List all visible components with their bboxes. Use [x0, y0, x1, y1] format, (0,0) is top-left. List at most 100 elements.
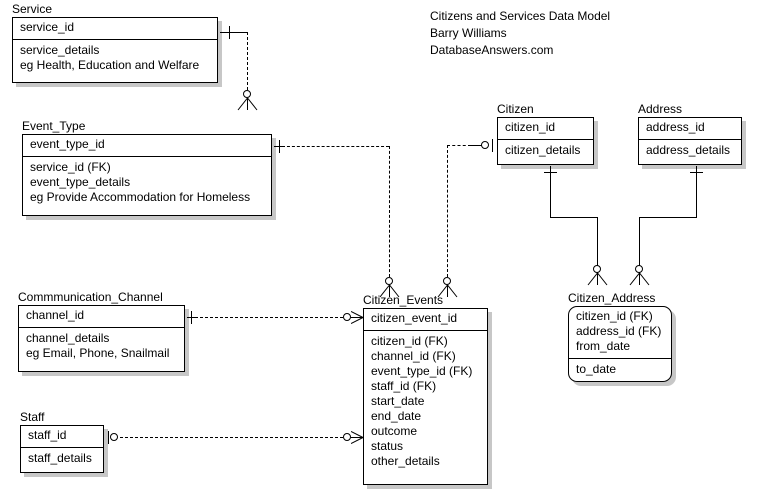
entity-staff[interactable]: Staff staff_id staff_details: [20, 410, 104, 473]
attr-channel-eg: eg Email, Phone, Snailmail: [26, 346, 170, 360]
rel-address-ca-v1: [696, 166, 697, 217]
entity-staff-pk-section: staff_id: [21, 426, 103, 448]
attr-ce-channel-id: channel_id (FK): [371, 349, 456, 363]
rel-citizen-ce-stub: [470, 145, 482, 146]
entity-citizen-attr-section: citizen_details: [498, 140, 593, 160]
rel-citizen-ce-one-bar: [492, 139, 493, 152]
attr-staff-details: staff_details: [28, 451, 92, 465]
attr-address-id: address_id: [646, 120, 705, 134]
er-diagram-canvas: Citizens and Services Data Model Barry W…: [0, 0, 760, 503]
attr-event-type-id: event_type_id: [30, 137, 105, 151]
rel-channel-optional-circle: [343, 313, 351, 321]
entity-service-pk-section: service_id: [13, 18, 217, 40]
rel-address-ca-crowsfoot: [629, 273, 650, 286]
attr-channel-id: channel_id: [26, 308, 85, 322]
rel-address-ca-optional-circle: [635, 265, 643, 273]
entity-event-type[interactable]: Event_Type event_type_id service_id (FK)…: [22, 119, 272, 216]
rel-citizen-ca-v1: [550, 166, 551, 217]
attr-channel-details: channel_details: [26, 331, 110, 345]
entity-communication-channel-body: channel_id channel_details eg Email, Pho…: [18, 305, 185, 372]
entity-citizen-events-title: Citizen_Events: [363, 293, 444, 307]
attr-service-id: service_id: [20, 20, 75, 34]
attr-ce-staff-id: staff_id (FK): [371, 379, 437, 393]
entity-staff-title: Staff: [20, 410, 45, 424]
entity-event-type-attr-section: service_id (FK) event_type_details eg Pr…: [23, 157, 271, 207]
attr-ce-end-date: end_date: [371, 409, 422, 423]
rel-service-dashed-line: [247, 32, 248, 90]
rel-address-ca-h: [639, 217, 697, 218]
entity-citizen-body: citizen_id citizen_details: [497, 117, 594, 165]
rel-eventtype-optional-circle: [385, 277, 393, 285]
entity-event-type-title: Event_Type: [22, 119, 86, 133]
rel-citizen-ce-crowsfoot: [437, 285, 458, 298]
entity-event-type-pk-section: event_type_id: [23, 135, 271, 157]
rel-citizen-ce-dashed-v: [447, 145, 448, 277]
attr-ce-citizen-id: citizen_id (FK): [371, 334, 448, 348]
attr-ce-status: status: [371, 439, 404, 453]
entity-citizen-address[interactable]: Citizen_Address citizen_id (FK) address_…: [568, 291, 672, 382]
rel-service-crowsfoot: [237, 98, 258, 111]
attr-ce-outcome: outcome: [371, 424, 418, 438]
rel-channel-crowsfoot: [351, 311, 364, 324]
rel-service-one-bar: [229, 26, 230, 39]
attr-staff-id: staff_id: [28, 428, 67, 442]
entity-address[interactable]: Address address_id address_details: [638, 102, 742, 165]
caption-title: Citizens and Services Data Model: [430, 9, 611, 23]
diagram-caption: Citizens and Services Data Model Barry W…: [430, 8, 610, 59]
entity-communication-channel-attr-section: channel_details eg Email, Phone, Snailma…: [19, 328, 184, 363]
entity-citizen-events-body: citizen_event_id citizen_id (FK) channel…: [363, 308, 488, 485]
attr-ca-to-date: to_date: [576, 362, 617, 376]
rel-channel-dashed-h: [195, 317, 343, 318]
attr-ce-start-date: start_date: [371, 394, 425, 408]
rel-citizen-ce-optional-circle: [481, 141, 489, 149]
attr-ca-from-date: from_date: [576, 339, 631, 353]
entity-address-title: Address: [638, 102, 683, 116]
attr-event-type-details: event_type_details: [30, 175, 131, 189]
entity-service-attr-section: service_details eg Health, Education and…: [13, 40, 217, 75]
entity-citizen[interactable]: Citizen citizen_id citizen_details: [497, 102, 594, 165]
rel-staff-crowsfoot: [351, 431, 364, 444]
rel-staff-crow-circle: [343, 433, 351, 441]
rel-citizen-ca-optional-circle: [593, 265, 601, 273]
rel-eventtype-dashed-v: [389, 146, 390, 277]
attr-service-eg: eg Health, Education and Welfare: [20, 58, 200, 72]
rel-citizen-ca-h: [550, 217, 597, 218]
entity-citizen-title: Citizen: [497, 102, 534, 116]
attr-service-details: service_details: [20, 43, 100, 57]
entity-citizen-address-pk-section: citizen_id (FK) address_id (FK) from_dat…: [569, 307, 671, 359]
attr-ca-citizen-id: citizen_id (FK): [576, 309, 653, 323]
attr-citizen-details: citizen_details: [505, 143, 581, 157]
entity-staff-body: staff_id staff_details: [20, 425, 104, 473]
rel-channel-stub: [187, 317, 195, 318]
entity-citizen-events-attr-section: citizen_id (FK) channel_id (FK) event_ty…: [364, 331, 487, 471]
entity-citizen-address-title: Citizen_Address: [568, 291, 656, 305]
entity-citizen-events[interactable]: Citizen_Events citizen_event_id citizen_…: [363, 293, 488, 485]
entity-staff-attr-section: staff_details: [21, 448, 103, 468]
entity-event-type-body: event_type_id service_id (FK) event_type…: [22, 134, 272, 216]
attr-event-type-eg: eg Provide Accommodation for Homeless: [30, 190, 251, 204]
rel-eventtype-crowsfoot: [379, 285, 400, 298]
rel-citizen-ce-dashed-h: [447, 145, 471, 146]
entity-citizen-pk-section: citizen_id: [498, 118, 593, 140]
attr-ca-address-id: address_id (FK): [576, 324, 662, 338]
attr-address-details: address_details: [646, 143, 731, 157]
entity-address-pk-section: address_id: [639, 118, 741, 140]
entity-communication-channel[interactable]: Commmunication_Channel channel_id channe…: [18, 290, 185, 372]
rel-citizen-ce-crow-circle: [443, 277, 451, 285]
attr-event-type-service-id: service_id (FK): [30, 160, 111, 174]
entity-citizen-events-pk-section: citizen_event_id: [364, 309, 487, 331]
entity-service-body: service_id service_details eg Health, Ed…: [12, 17, 218, 83]
attr-ce-event-type-id: event_type_id (FK): [371, 364, 473, 378]
rel-eventtype-stub: [274, 146, 282, 147]
caption-author: Barry Williams: [430, 26, 507, 40]
entity-service[interactable]: Service service_id service_details eg He…: [12, 2, 218, 83]
entity-communication-channel-pk-section: channel_id: [19, 306, 184, 328]
caption-site: DatabaseAnswers.com: [430, 43, 554, 57]
entity-communication-channel-title: Commmunication_Channel: [18, 290, 163, 304]
rel-service-optional-circle: [243, 90, 251, 98]
attr-citizen-event-id: citizen_event_id: [371, 311, 458, 325]
entity-address-body: address_id address_details: [638, 117, 742, 165]
rel-staff-one-bar: [108, 431, 109, 444]
rel-staff-optional-circle: [110, 433, 118, 441]
entity-citizen-address-attr-section: to_date: [569, 359, 671, 379]
